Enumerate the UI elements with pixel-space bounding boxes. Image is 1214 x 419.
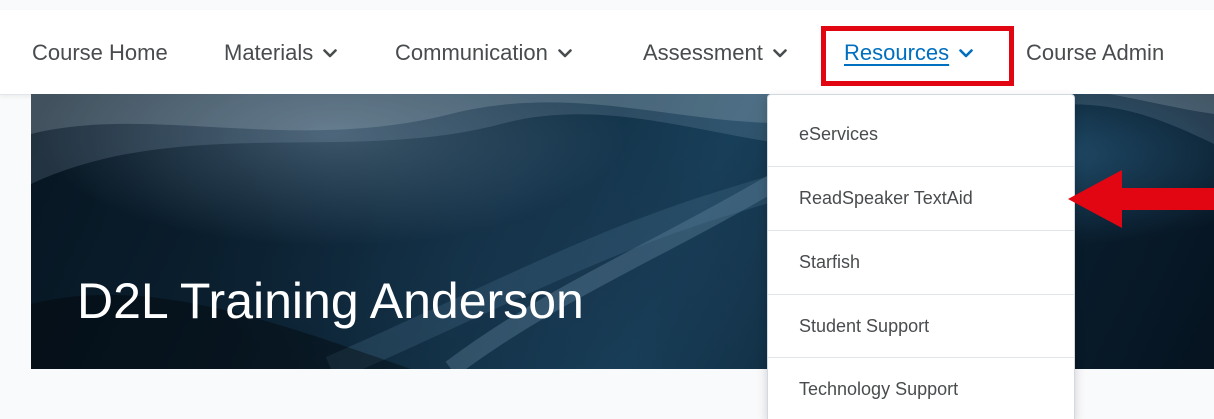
nav-assessment[interactable]: Assessment: [643, 38, 787, 68]
chevron-down-icon: [558, 48, 572, 57]
menu-item-readspeaker-textaid[interactable]: ReadSpeaker TextAid: [768, 166, 1074, 229]
nav-communication[interactable]: Communication: [395, 38, 572, 68]
nav-communication-label: Communication: [395, 40, 548, 65]
resources-dropdown-menu: eServices ReadSpeaker TextAid Starfish S…: [767, 94, 1075, 419]
menu-item-starfish[interactable]: Starfish: [768, 230, 1074, 293]
menu-item-label: Technology Support: [799, 378, 959, 399]
menu-item-technology-support[interactable]: Technology Support: [768, 357, 1074, 419]
menu-item-label: Starfish: [799, 251, 861, 272]
nav-course-admin-label: Course Admin: [1026, 40, 1165, 65]
nav-course-home[interactable]: Course Home: [32, 38, 168, 68]
menu-item-label: ReadSpeaker TextAid: [799, 187, 973, 208]
chevron-down-icon: [959, 48, 973, 57]
course-navbar: Course Home Materials Communication Asse…: [0, 10, 1214, 95]
chevron-down-icon: [323, 48, 338, 57]
nav-materials[interactable]: Materials: [224, 38, 338, 68]
menu-item-eservices[interactable]: eServices: [768, 103, 1074, 166]
menu-item-label: Student Support: [799, 315, 930, 336]
nav-course-home-label: Course Home: [32, 40, 168, 65]
nav-assessment-label: Assessment: [643, 40, 763, 65]
chevron-down-icon: [773, 48, 787, 57]
menu-item-label: eServices: [799, 124, 879, 144]
left-arrow-icon: [1068, 170, 1214, 228]
menu-item-student-support[interactable]: Student Support: [768, 294, 1074, 357]
nav-resources-label: Resources: [844, 40, 950, 65]
course-title: D2L Training Anderson: [77, 273, 584, 329]
nav-resources[interactable]: Resources: [844, 38, 973, 68]
nav-course-admin[interactable]: Course Admin: [1026, 38, 1164, 68]
nav-materials-label: Materials: [224, 40, 314, 65]
